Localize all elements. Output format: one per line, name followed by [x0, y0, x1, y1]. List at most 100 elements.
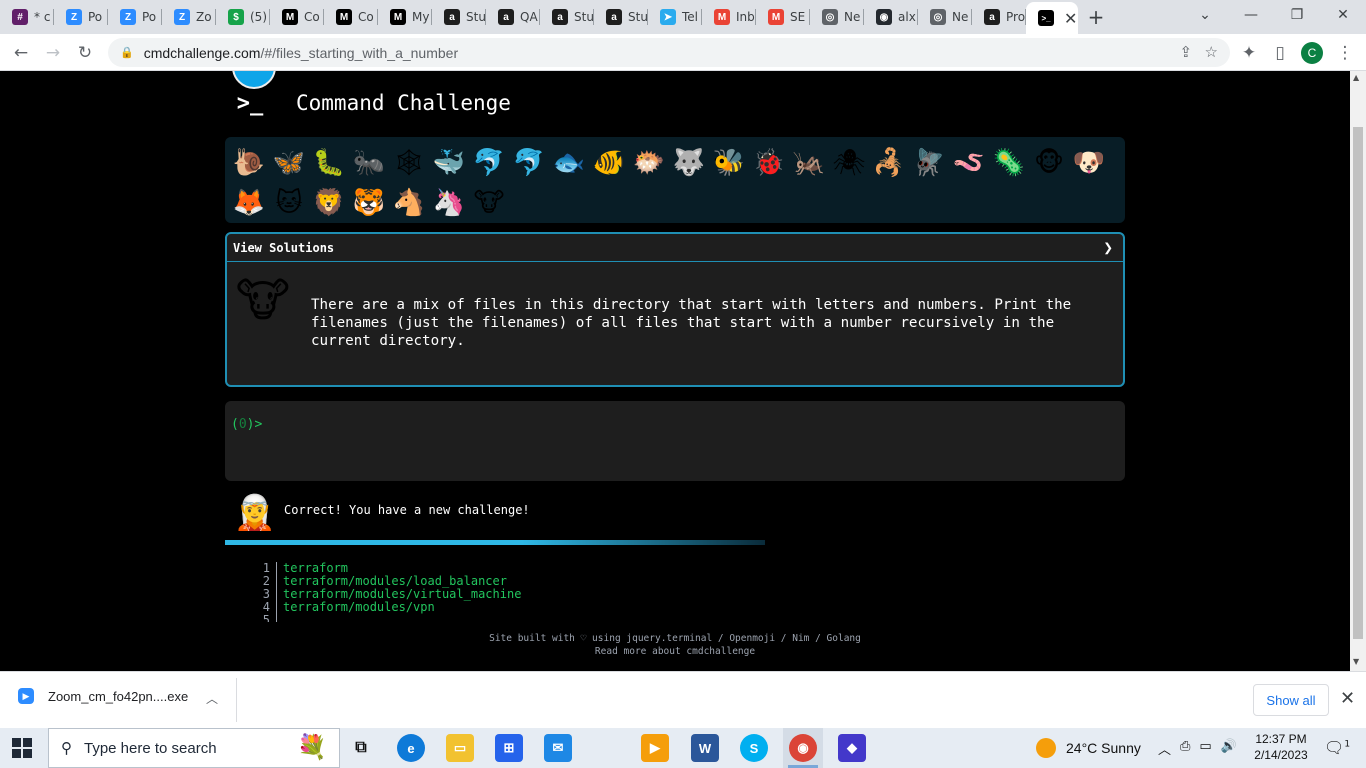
challenge-animal-icon[interactable]: 🪱 [949, 143, 989, 183]
chrome-icon[interactable]: ◉ [789, 734, 817, 762]
skype-icon[interactable]: S [740, 734, 768, 762]
scroll-up-icon[interactable]: ▲ [1353, 73, 1359, 82]
file-explorer-icon[interactable]: ▭ [446, 734, 474, 762]
chevron-up-icon[interactable]: ︿ [206, 690, 218, 707]
browser-tab[interactable]: ◎ Ne [810, 0, 864, 34]
challenge-animal-icon[interactable]: 🕸 [389, 143, 429, 183]
browser-tab[interactable]: M Inb [702, 0, 756, 34]
challenge-animal-icon[interactable]: 🦁 [309, 183, 349, 223]
alx-icon: a [606, 9, 622, 25]
browser-tab[interactable]: Z Po [54, 0, 108, 34]
challenge-animal-icon[interactable]: 🐛 [309, 143, 349, 183]
browser-tab[interactable]: M My [378, 0, 432, 34]
browser-tab[interactable]: a Stu [540, 0, 594, 34]
browser-tab[interactable]: ◎ Ne [918, 0, 972, 34]
chevron-right-icon[interactable]: ❯ [1103, 238, 1113, 257]
menu-kebab-icon[interactable]: ⋮ [1332, 40, 1358, 66]
weather-widget[interactable]: 24°C Sunny [1036, 738, 1141, 758]
download-item[interactable]: ▶ Zoom_cm_fo42pn....exe [18, 688, 188, 704]
scroll-down-icon[interactable]: ▼ [1353, 657, 1359, 666]
address-bar[interactable]: 🔒 cmdchallenge.com/#/files_starting_with… [108, 38, 1230, 67]
challenge-animal-icon[interactable]: 🪰 [909, 143, 949, 183]
challenge-animal-icon[interactable]: 🦊 [229, 183, 269, 223]
browser-tab[interactable]: a Pro [972, 0, 1026, 34]
browser-tab[interactable]: ➤ Tel [648, 0, 702, 34]
challenge-animal-icon[interactable]: 🐮 [469, 183, 509, 223]
store-icon[interactable]: ⊞ [495, 734, 523, 762]
windows-start-icon[interactable] [12, 738, 32, 758]
challenge-animal-icon[interactable]: 🦂 [869, 143, 909, 183]
close-tab-icon[interactable]: ✕ [1064, 9, 1077, 28]
close-icon[interactable]: ✕ [1340, 688, 1355, 709]
footer-about-link[interactable]: Read more about cmdchallenge [225, 645, 1125, 658]
media-player-icon[interactable]: ▶ [641, 734, 669, 762]
terminal-input[interactable]: (0)> [225, 401, 1125, 481]
edge-icon[interactable]: e [397, 734, 425, 762]
browser-tab[interactable]: $ (5) [216, 0, 270, 34]
reload-icon[interactable]: ↻ [72, 40, 98, 66]
profile-avatar[interactable]: C [1301, 42, 1323, 64]
challenge-animal-icon[interactable]: 🦗 [789, 143, 829, 183]
browser-tab[interactable]: M Co [270, 0, 324, 34]
challenge-animal-icon[interactable]: 🕷 [829, 143, 869, 183]
challenge-animal-icon[interactable]: 🐬 [469, 143, 509, 183]
app-icon[interactable]: ◆ [838, 734, 866, 762]
challenge-animal-icon[interactable]: 🐞 [749, 143, 789, 183]
task-view-icon[interactable]: ⧉ [347, 734, 375, 762]
mail-icon[interactable]: ✉ [544, 734, 572, 762]
tab-label: Co [304, 10, 320, 24]
volume-icon[interactable]: 🔊 [1221, 739, 1237, 758]
browser-tab[interactable]: M Co [324, 0, 378, 34]
clock[interactable]: 12:37 PM 2/14/2023 [1250, 731, 1312, 763]
extensions-icon[interactable]: ✦ [1236, 40, 1262, 66]
browser-tab[interactable]: a QA [486, 0, 540, 34]
forward-icon[interactable]: → [40, 40, 66, 66]
maximize-button[interactable]: ❐ [1274, 0, 1320, 30]
bookmark-star-icon[interactable]: ☆ [1205, 44, 1218, 61]
challenge-animal-icon[interactable]: 🐺 [669, 143, 709, 183]
browser-tab[interactable]: a Stu [432, 0, 486, 34]
side-panel-icon[interactable]: ▯ [1267, 40, 1293, 66]
challenge-animal-icon[interactable]: 🐝 [709, 143, 749, 183]
browser-tab[interactable]: ◉ alx [864, 0, 918, 34]
challenge-animal-icon[interactable]: 🦋 [269, 143, 309, 183]
challenge-animal-icon[interactable]: 🐯 [349, 183, 389, 223]
taskbar-search[interactable]: ⚲ Type here to search 💐 [48, 728, 340, 768]
challenge-animal-icon[interactable]: 🐴 [389, 183, 429, 223]
notifications-icon[interactable]: 🗨1 [1324, 738, 1350, 757]
challenge-animal-icon[interactable]: 🐌 [229, 143, 269, 183]
browser-tab[interactable]: # * c [0, 0, 54, 34]
minimize-button[interactable]: — [1228, 0, 1274, 30]
browser-tab[interactable]: Z Po [108, 0, 162, 34]
chevron-up-icon[interactable]: ︿ [1158, 739, 1171, 758]
browser-tab[interactable]: M SE [756, 0, 810, 34]
challenge-animal-icon[interactable]: 🐠 [589, 143, 629, 183]
tab-search-icon[interactable]: ⌄ [1182, 0, 1228, 30]
challenge-animal-icon[interactable]: 🐶 [1069, 143, 1109, 183]
challenge-animal-icon[interactable]: 🐱 [269, 183, 309, 223]
show-all-button[interactable]: Show all [1253, 684, 1329, 716]
battery-icon[interactable]: ▭ [1199, 739, 1211, 758]
share-icon[interactable]: ⇪ [1179, 44, 1192, 61]
new-tab-button[interactable]: + [1078, 0, 1114, 34]
browser-tab[interactable]: Z Zo [162, 0, 216, 34]
challenge-animal-icon[interactable]: 🐟 [549, 143, 589, 183]
meet-now-icon[interactable]: ⎙ [1180, 739, 1190, 758]
medium-icon: M [390, 9, 406, 25]
challenge-animal-icon[interactable]: 🦠 [989, 143, 1029, 183]
challenge-animal-icon[interactable]: 🐜 [349, 143, 389, 183]
challenge-animal-icon[interactable]: 🐳 [429, 143, 469, 183]
challenge-animal-icon[interactable]: 🐬 [509, 143, 549, 183]
system-tray: ︿ ⎙ ▭ 🔊 [1158, 739, 1237, 758]
close-window-button[interactable]: ✕ [1320, 0, 1366, 30]
word-icon[interactable]: W [691, 734, 719, 762]
view-solutions-header[interactable]: View Solutions ❯ [227, 234, 1123, 262]
browser-tab-active[interactable]: >_ ✕ [1026, 2, 1078, 34]
scrollbar-thumb[interactable] [1353, 127, 1363, 639]
page-scrollbar[interactable]: ▲ ▼ [1350, 71, 1366, 671]
challenge-animal-icon[interactable]: 🐡 [629, 143, 669, 183]
back-icon[interactable]: ← [8, 40, 34, 66]
browser-tab[interactable]: a Stu [594, 0, 648, 34]
challenge-animal-icon[interactable]: 🐵 [1029, 143, 1069, 183]
challenge-animal-icon[interactable]: 🦄 [429, 183, 469, 223]
